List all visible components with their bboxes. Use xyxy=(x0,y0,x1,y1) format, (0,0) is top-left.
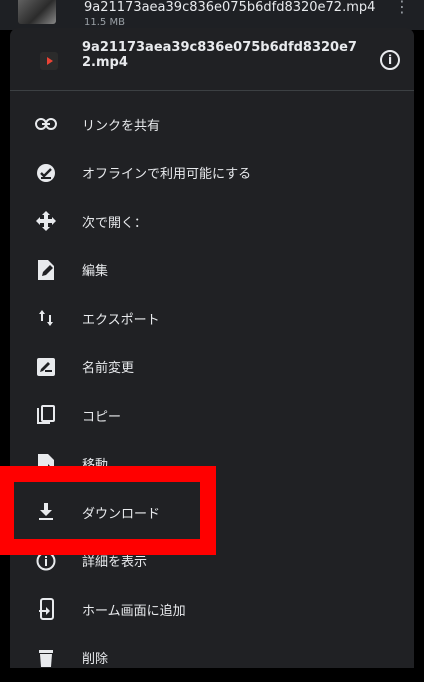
menu-item-share-link[interactable]: リンクを共有 xyxy=(10,100,414,149)
move-file-icon xyxy=(34,452,58,476)
menu-item-open-with[interactable]: 次で開く： xyxy=(10,197,414,246)
menu-label: リンクを共有 xyxy=(82,115,160,134)
add-to-home-icon xyxy=(34,597,58,621)
menu-label: エクスポート xyxy=(82,309,160,328)
menu-item-offline[interactable]: オフラインで利用可能にする xyxy=(10,149,414,198)
menu-item-move[interactable]: 移動 xyxy=(10,440,414,489)
menu-label: ホーム画面に追加 xyxy=(82,600,186,619)
more-vert-icon[interactable]: ⋮ xyxy=(394,2,406,26)
menu-label: 詳細を表示 xyxy=(82,551,147,570)
background-file-title: 9a21173aea39c836e075b6dfd8320e72.mp4 xyxy=(84,0,375,15)
menu-label: コピー xyxy=(82,406,121,425)
info-icon[interactable]: i xyxy=(380,50,400,70)
menu-label: オフラインで利用可能にする xyxy=(82,163,251,182)
sheet-file-name: 9a21173aea39c836e075b6dfd8320e72.mp4 xyxy=(82,40,368,70)
video-file-icon xyxy=(40,52,58,70)
background-file-size: 11.5 MB xyxy=(84,17,125,28)
menu-label: 名前変更 xyxy=(82,357,134,376)
menu-label: ダウンロード xyxy=(82,503,160,522)
menu-item-edit[interactable]: 編集 xyxy=(10,246,414,295)
menu-item-export[interactable]: エクスポート xyxy=(10,294,414,343)
link-icon xyxy=(34,112,58,136)
menu-item-download[interactable]: ダウンロード xyxy=(10,488,414,537)
menu-label: 削除 xyxy=(82,648,108,667)
background-file-row[interactable]: 9a21173aea39c836e075b6dfd8320e72.mp4 11.… xyxy=(0,0,424,30)
export-arrows-icon xyxy=(34,306,58,330)
menu-item-add-home[interactable]: ホーム画面に追加 xyxy=(10,585,414,634)
trash-icon xyxy=(34,646,58,670)
sheet-header: 9a21173aea39c836e075b6dfd8320e72.mp4 i xyxy=(10,28,414,91)
offline-check-icon xyxy=(34,161,58,185)
menu-label: 次で開く： xyxy=(82,212,147,231)
file-actions-sheet: 9a21173aea39c836e075b6dfd8320e72.mp4 i リ… xyxy=(10,28,414,668)
menu-item-delete[interactable]: 削除 xyxy=(10,634,414,682)
copy-icon xyxy=(34,403,58,427)
open-with-icon xyxy=(34,209,58,233)
menu-item-copy[interactable]: コピー xyxy=(10,391,414,440)
menu-label: 移動 xyxy=(82,454,108,473)
video-thumbnail xyxy=(18,0,56,24)
menu-label: 編集 xyxy=(82,260,108,279)
info-outline-icon xyxy=(34,549,58,573)
download-icon xyxy=(34,500,58,524)
rename-icon xyxy=(34,355,58,379)
menu-item-details[interactable]: 詳細を表示 xyxy=(10,537,414,586)
actions-menu: リンクを共有 オフラインで利用可能にする 次で開く： 編集 エクスポート xyxy=(10,100,414,682)
menu-item-rename[interactable]: 名前変更 xyxy=(10,343,414,392)
edit-document-icon xyxy=(34,258,58,282)
